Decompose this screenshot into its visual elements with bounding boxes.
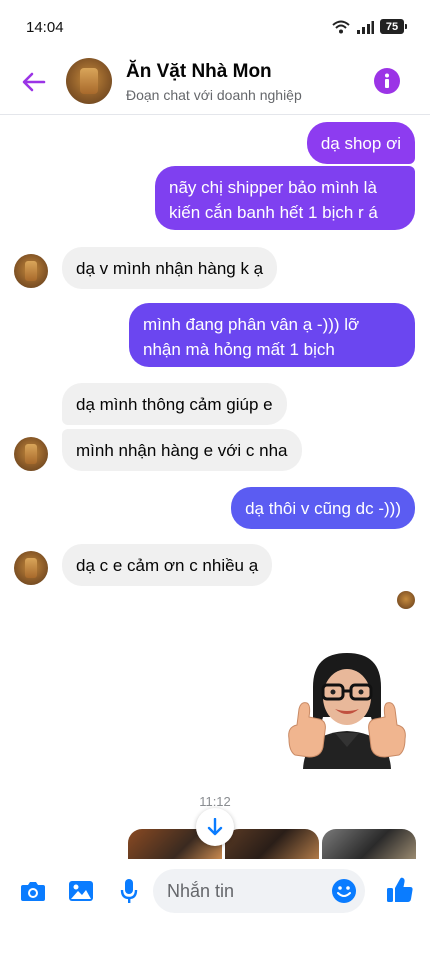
chat-header: Ăn Vặt Nhà Mon Đoạn chat với doanh nghiệ… bbox=[0, 52, 430, 112]
info-icon bbox=[385, 73, 389, 88]
message-bubble-incoming[interactable]: mình nhận hàng e với c nha bbox=[62, 429, 302, 471]
chat-title[interactable]: Ăn Vặt Nhà Mon bbox=[126, 61, 272, 83]
system-nav-area bbox=[0, 920, 430, 960]
back-button[interactable] bbox=[18, 66, 50, 98]
battery-indicator: 75 bbox=[380, 19, 407, 34]
photo-thumbnail[interactable] bbox=[322, 829, 416, 859]
shop-avatar-small[interactable] bbox=[14, 551, 48, 585]
header-divider bbox=[0, 114, 430, 115]
camera-icon bbox=[21, 882, 45, 901]
chat-subtitle: Đoạn chat với doanh nghiệp bbox=[126, 87, 302, 103]
photo-attachments[interactable] bbox=[128, 829, 416, 859]
thumbs-up-icon bbox=[387, 877, 413, 902]
message-bubble-outgoing[interactable]: mình đang phân vân ạ -))) lỡ nhận mà hỏn… bbox=[129, 303, 415, 367]
signal-icon bbox=[357, 20, 374, 34]
voice-button[interactable] bbox=[115, 877, 143, 905]
arrow-down-icon bbox=[207, 818, 223, 836]
scroll-to-bottom-button[interactable] bbox=[196, 808, 234, 846]
status-bar: 14:04 75 bbox=[0, 0, 430, 52]
status-time: 14:04 bbox=[26, 19, 64, 36]
photo-thumbnail[interactable] bbox=[225, 829, 319, 859]
back-arrow-icon bbox=[22, 72, 46, 92]
message-bubble-incoming[interactable]: dạ c e cảm ơn c nhiều ạ bbox=[62, 544, 273, 586]
gallery-button[interactable] bbox=[67, 877, 95, 905]
status-icons: 75 bbox=[332, 19, 407, 34]
message-bubble-outgoing[interactable]: dạ shop ơi bbox=[306, 122, 415, 164]
image-icon bbox=[69, 881, 93, 901]
emoji-icon[interactable] bbox=[331, 878, 357, 904]
message-timestamp: 11:12 bbox=[199, 794, 231, 809]
message-composer bbox=[0, 860, 430, 920]
shop-avatar-small[interactable] bbox=[14, 437, 48, 471]
shop-avatar[interactable] bbox=[66, 58, 112, 104]
like-button[interactable] bbox=[385, 875, 415, 905]
seen-indicator-avatar bbox=[397, 591, 415, 609]
message-bubble-incoming[interactable]: dạ mình thông cảm giúp e bbox=[62, 383, 287, 425]
message-bubble-incoming[interactable]: dạ v mình nhận hàng k ạ bbox=[62, 247, 278, 289]
camera-button[interactable] bbox=[19, 877, 47, 905]
info-button[interactable] bbox=[374, 68, 400, 94]
message-bubble-outgoing[interactable]: dạ thôi v cũng dc -))) bbox=[231, 487, 415, 529]
microphone-icon bbox=[120, 879, 138, 903]
thumbs-up-sticker[interactable] bbox=[283, 647, 411, 769]
message-bubble-outgoing[interactable]: nãy chị shipper bảo mình là kiến cắn ban… bbox=[155, 166, 415, 230]
wifi-icon bbox=[332, 20, 350, 33]
shop-avatar-small[interactable] bbox=[14, 254, 48, 288]
